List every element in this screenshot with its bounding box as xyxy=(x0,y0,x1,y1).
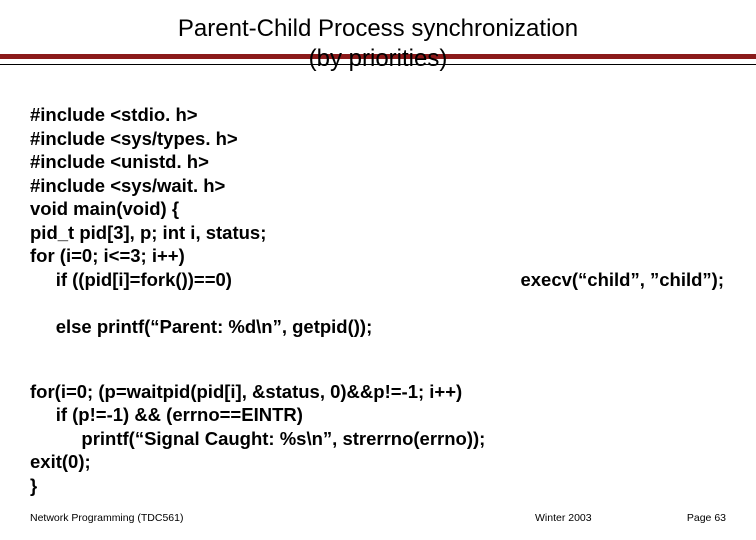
code-block-2: for(i=0; (p=waitpid(pid[i], &status, 0)&… xyxy=(30,356,726,497)
code-line: } xyxy=(30,475,37,496)
code-line-split: if ((pid[i]=fork())==0) execv(“child”, ”c… xyxy=(30,268,726,291)
footer-center: Winter 2003 xyxy=(535,512,592,524)
footer-right: Page 63 xyxy=(687,512,726,524)
code-line: #include <stdio. h> xyxy=(30,104,198,125)
slide-title: Parent-Child Process synchronization (by… xyxy=(30,14,726,74)
footer: Network Programming (TDC561) Winter 2003… xyxy=(30,512,726,524)
slide: Parent-Child Process synchronization (by… xyxy=(0,0,756,540)
code-fragment-left: if ((pid[i]=fork())==0) xyxy=(30,268,232,291)
code-line: exit(0); xyxy=(30,451,91,472)
code-line: else printf(“Parent: %d\n”, getpid()); xyxy=(30,316,372,337)
code-fragment-right: execv(“child”, ”child”); xyxy=(520,268,726,291)
title-line-1: Parent-Child Process synchronization xyxy=(174,14,582,44)
title-area: Parent-Child Process synchronization (by… xyxy=(30,14,726,74)
footer-left: Network Programming (TDC561) xyxy=(30,512,183,524)
code-line: if (p!=-1) && (errno==EINTR) xyxy=(30,404,303,425)
code-line: #include <sys/types. h> xyxy=(30,128,238,149)
code-line: for (i=0; i<=3; i++) xyxy=(30,245,185,266)
code-block-1: #include <stdio. h> #include <sys/types.… xyxy=(30,80,726,338)
code-line: void main(void) { xyxy=(30,198,179,219)
code-line: pid_t pid[3], p; int i, status; xyxy=(30,222,266,243)
code-line: for(i=0; (p=waitpid(pid[i], &status, 0)&… xyxy=(30,381,462,402)
code-line: #include <unistd. h> xyxy=(30,151,209,172)
code-line: #include <sys/wait. h> xyxy=(30,175,225,196)
title-line-2: (by priorities) xyxy=(30,44,726,74)
code-line: printf(“Signal Caught: %s\n”, strerrno(e… xyxy=(30,428,485,449)
